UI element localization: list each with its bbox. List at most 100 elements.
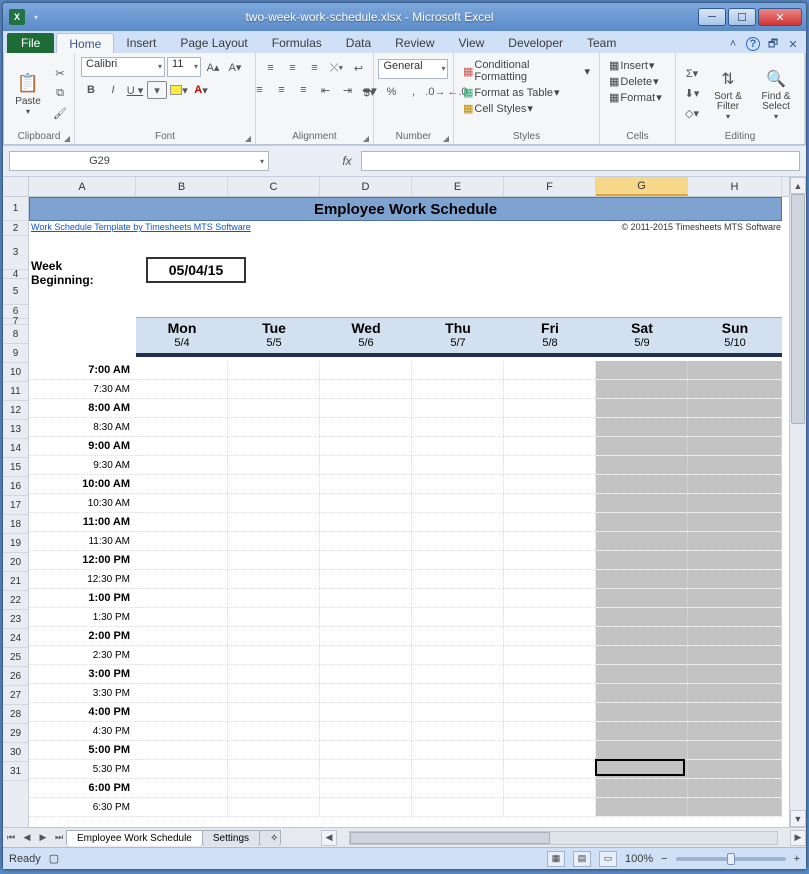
workbook-restore-icon[interactable]: 🗗 [766,37,780,51]
zoom-slider[interactable] [676,857,786,861]
schedule-cell[interactable] [136,627,228,645]
schedule-cell[interactable] [504,741,596,759]
schedule-cell[interactable] [412,589,504,607]
schedule-cell[interactable] [412,551,504,569]
scroll-up-icon[interactable]: ▲ [790,177,806,194]
schedule-cell[interactable] [228,760,320,778]
schedule-cell[interactable] [596,627,688,645]
schedule-cell[interactable] [320,380,412,398]
close-button[interactable]: ✕ [758,8,802,26]
number-format-combo[interactable]: General▾ [378,59,448,79]
schedule-cell[interactable] [136,779,228,797]
schedule-cell[interactable] [320,722,412,740]
schedule-cell[interactable] [228,779,320,797]
row-header[interactable]: 20 [3,553,28,572]
schedule-cell[interactable] [412,380,504,398]
help-icon[interactable]: ? [746,37,760,51]
schedule-cell[interactable] [320,494,412,512]
schedule-cell[interactable] [596,570,688,588]
schedule-cell[interactable] [688,703,782,721]
ribbon-tab-home[interactable]: Home [56,33,114,53]
schedule-cell[interactable] [136,570,228,588]
schedule-cell[interactable] [228,551,320,569]
schedule-cell[interactable] [504,665,596,683]
schedule-cell[interactable] [320,456,412,474]
copy-button[interactable]: ⧉ [50,84,70,102]
schedule-cell[interactable] [596,646,688,664]
schedule-cell[interactable] [412,418,504,436]
paste-button[interactable]: 📋 Paste ▾ [8,60,48,126]
align-top-button[interactable]: ≡ [260,59,280,77]
last-sheet-icon[interactable]: ⏭ [51,830,67,846]
schedule-cell[interactable] [320,475,412,493]
schedule-cell[interactable] [320,703,412,721]
prev-sheet-icon[interactable]: ◀ [19,830,35,846]
align-center-button[interactable]: ≡ [271,81,291,99]
schedule-cell[interactable] [136,494,228,512]
schedule-cell[interactable] [596,399,688,417]
schedule-cell[interactable] [412,646,504,664]
schedule-cell[interactable] [412,741,504,759]
find-select-button[interactable]: 🔍 Find & Select▾ [754,60,798,126]
schedule-cell[interactable] [136,399,228,417]
schedule-cell[interactable] [228,722,320,740]
row-header[interactable]: 19 [3,534,28,553]
decrease-indent-button[interactable]: ⇤ [315,81,335,99]
column-header-H[interactable]: H [688,177,782,196]
ribbon-tab-team[interactable]: Team [575,33,628,53]
shrink-font-button[interactable]: A▾ [225,58,245,76]
schedule-cell[interactable] [320,798,412,816]
schedule-cell[interactable] [596,513,688,531]
row-header[interactable]: 25 [3,648,28,667]
schedule-cell[interactable] [596,380,688,398]
dialog-launcher-icon[interactable]: ◢ [443,134,449,143]
schedule-cell[interactable] [596,760,688,778]
schedule-cell[interactable] [412,627,504,645]
macro-record-icon[interactable]: ▢ [49,852,59,865]
schedule-cell[interactable] [320,513,412,531]
row-header[interactable]: 9 [3,344,28,363]
week-beginning-value[interactable]: 05/04/15 [146,257,246,283]
schedule-cell[interactable] [596,418,688,436]
qat-dropdown-icon[interactable]: ▾ [31,13,41,22]
align-bottom-button[interactable]: ≡ [304,59,324,77]
sheet-tab-active[interactable]: Employee Work Schedule [66,830,203,846]
schedule-cell[interactable] [596,741,688,759]
schedule-cell[interactable] [136,437,228,455]
schedule-cell[interactable] [412,665,504,683]
schedule-cell[interactable] [136,684,228,702]
schedule-cell[interactable] [688,494,782,512]
schedule-cell[interactable] [596,437,688,455]
insert-cells-button[interactable]: ▦ Insert ▾ [606,58,657,73]
schedule-cell[interactable] [688,361,782,379]
align-right-button[interactable]: ≡ [293,81,313,99]
schedule-cell[interactable] [320,646,412,664]
schedule-cell[interactable] [688,551,782,569]
row-header[interactable]: 30 [3,743,28,762]
schedule-cell[interactable] [688,741,782,759]
schedule-cell[interactable] [504,703,596,721]
schedule-cell[interactable] [228,703,320,721]
schedule-cell[interactable] [412,722,504,740]
schedule-cell[interactable] [136,798,228,816]
select-all-corner[interactable] [3,177,28,197]
schedule-cell[interactable] [228,456,320,474]
schedule-cell[interactable] [688,513,782,531]
grow-font-button[interactable]: A▴ [203,58,223,76]
schedule-cell[interactable] [688,437,782,455]
schedule-cell[interactable] [136,703,228,721]
schedule-cell[interactable] [688,684,782,702]
schedule-cell[interactable] [228,798,320,816]
schedule-cell[interactable] [688,722,782,740]
normal-view-button[interactable]: ▦ [547,851,565,867]
font-size-combo[interactable]: 11▾ [167,57,201,77]
row-header[interactable]: 13 [3,420,28,439]
schedule-cell[interactable] [136,532,228,550]
schedule-cell[interactable] [688,665,782,683]
schedule-cell[interactable] [688,399,782,417]
row-header[interactable]: 14 [3,439,28,458]
ribbon-tab-formulas[interactable]: Formulas [260,33,334,53]
zoom-in-button[interactable]: + [794,853,800,865]
schedule-cell[interactable] [228,532,320,550]
accounting-format-button[interactable]: $▾ [359,83,379,101]
